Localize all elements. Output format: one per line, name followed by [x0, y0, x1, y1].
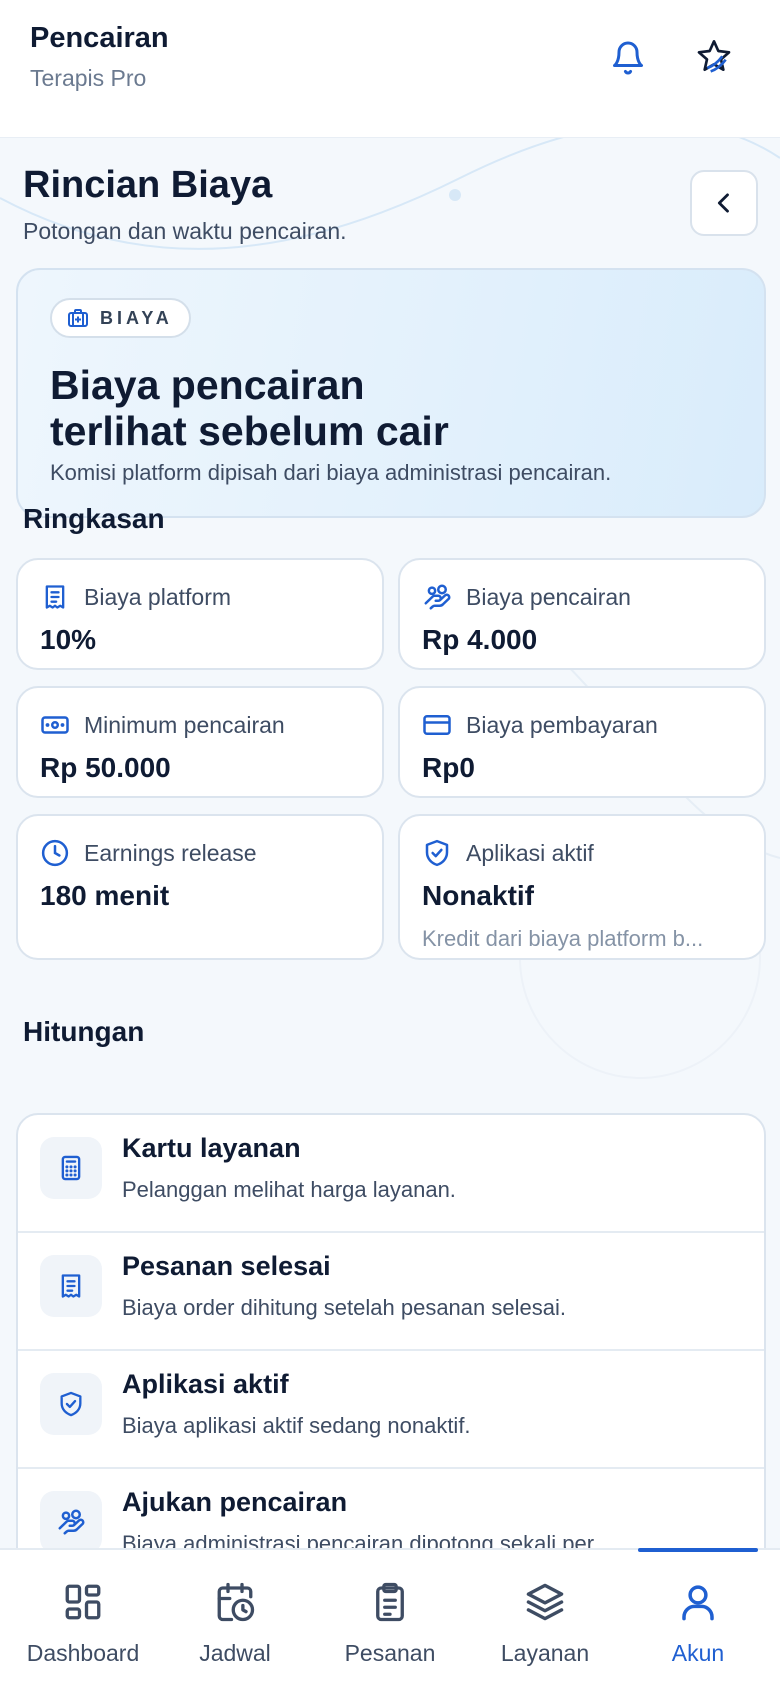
badge-label: BIAYA — [100, 307, 173, 328]
list-item-description: Biaya order dihitung setelah pesanan sel… — [122, 1295, 566, 1320]
hand-coins-icon — [40, 1491, 102, 1548]
stat-label: Biaya pembayaran — [466, 712, 658, 738]
shield-check-icon — [40, 1373, 102, 1435]
category-badge: BIAYA — [50, 298, 191, 338]
brand-logo-icon[interactable] — [690, 34, 738, 82]
stat-card-earnings-release: Earnings release 180 menit — [16, 814, 384, 960]
stat-value: Rp 50.000 — [40, 752, 171, 783]
list-item-title: Ajukan pencairan — [122, 1487, 348, 1517]
nav-item-pesanan[interactable]: Pesanan — [330, 1550, 450, 1688]
hand-coins-icon — [422, 582, 452, 612]
nav-label: Jadwal — [199, 1640, 271, 1666]
receipt-icon — [40, 582, 70, 612]
nav-item-akun[interactable]: Akun — [640, 1550, 756, 1688]
stat-card-active-application: Aplikasi aktif Nonaktif Kredit dari biay… — [398, 814, 766, 960]
layers-icon — [521, 1578, 569, 1626]
shield-check-icon — [422, 838, 452, 868]
grid-icon — [59, 1578, 107, 1626]
stat-value: 180 menit — [40, 880, 170, 911]
nav-label: Layanan — [500, 1640, 590, 1666]
stat-value: Nonaktif — [422, 880, 534, 911]
stat-value: Rp 4.000 — [422, 624, 538, 655]
stat-card-withdrawal-fee: Biaya pencairan Rp 4.000 — [398, 558, 766, 670]
nav-item-layanan[interactable]: Layanan — [485, 1550, 605, 1688]
stat-card-payment-fee: Biaya pembayaran Rp0 — [398, 686, 766, 798]
nav-item-jadwal[interactable]: Jadwal — [180, 1550, 290, 1688]
banknote-icon — [40, 710, 70, 740]
hero-title-line-1: Biaya pencairan — [50, 362, 365, 408]
app-subtitle: Terapis Pro — [30, 65, 147, 91]
list-item: Aplikasi aktif Biaya aplikasi aktif seda… — [18, 1351, 764, 1469]
nav-label: Dashboard — [26, 1640, 140, 1666]
list-item-description: Pelanggan melihat harga layanan. — [122, 1177, 456, 1202]
nav-item-dashboard[interactable]: Dashboard — [18, 1550, 148, 1688]
nav-label: Pesanan — [344, 1640, 436, 1666]
app-header: Pencairan Terapis Pro — [0, 0, 780, 138]
stat-note: Kredit dari biaya platform b... — [422, 926, 704, 951]
calendar-clock-icon — [211, 1578, 259, 1626]
list-item-description: Biaya aplikasi aktif sedang nonaktif. — [122, 1413, 471, 1438]
app-title: Pencairan — [30, 22, 169, 54]
clock-icon — [40, 838, 70, 868]
summary-section-title: Ringkasan — [23, 503, 165, 534]
page-title: Rincian Biaya — [23, 164, 273, 206]
calculation-section-title: Hitungan — [23, 1016, 145, 1047]
calculator-icon — [40, 1137, 102, 1199]
credit-card-icon — [422, 710, 452, 740]
hero-card: BIAYA Biaya pencairan terlihat sebelum c… — [16, 268, 766, 518]
medical-bag-icon — [68, 309, 88, 327]
stat-label: Earnings release — [84, 840, 257, 866]
list-item: Ajukan pencairan Biaya administrasi penc… — [18, 1469, 764, 1548]
stat-label: Minimum pencairan — [84, 712, 285, 738]
receipt-icon — [40, 1255, 102, 1317]
chevron-left-icon — [717, 193, 729, 213]
stat-card-minimum-withdrawal: Minimum pencairan Rp 50.000 — [16, 686, 384, 798]
bottom-nav: Dashboard Jadwal Pesanan Layanan Akun — [0, 1548, 780, 1688]
list-item-description: Biaya administrasi pencairan dipotong se… — [122, 1531, 595, 1548]
page-subtitle: Potongan dan waktu pencairan. — [23, 218, 347, 244]
list-item-title: Kartu layanan — [122, 1133, 301, 1163]
stat-label: Aplikasi aktif — [466, 840, 594, 866]
hero-description: Komisi platform dipisah dari biaya admin… — [50, 460, 612, 485]
clipboard-icon — [366, 1578, 414, 1626]
list-item-title: Aplikasi aktif — [122, 1369, 289, 1399]
list-item-title: Pesanan selesai — [122, 1251, 331, 1281]
stat-value: Rp0 — [422, 752, 475, 783]
main-content[interactable]: Rincian Biaya Potongan dan waktu pencair… — [0, 138, 780, 1548]
back-button[interactable] — [690, 170, 758, 236]
nav-label: Akun — [671, 1640, 725, 1666]
hero-title: Biaya pencairan terlihat sebelum cair — [50, 362, 730, 454]
stat-value: 10% — [40, 624, 97, 655]
list-item: Pesanan selesai Biaya order dihitung set… — [18, 1233, 764, 1351]
stat-label: Biaya platform — [84, 584, 232, 610]
stat-card-platform-fee: Biaya platform 10% — [16, 558, 384, 670]
user-icon — [674, 1578, 722, 1626]
calculation-list: Kartu layanan Pelanggan melihat harga la… — [16, 1113, 766, 1548]
hero-title-line-2: terlihat sebelum cair — [50, 408, 449, 454]
bell-icon[interactable] — [604, 34, 652, 82]
list-item: Kartu layanan Pelanggan melihat harga la… — [18, 1115, 764, 1233]
stat-label: Biaya pencairan — [466, 584, 631, 610]
